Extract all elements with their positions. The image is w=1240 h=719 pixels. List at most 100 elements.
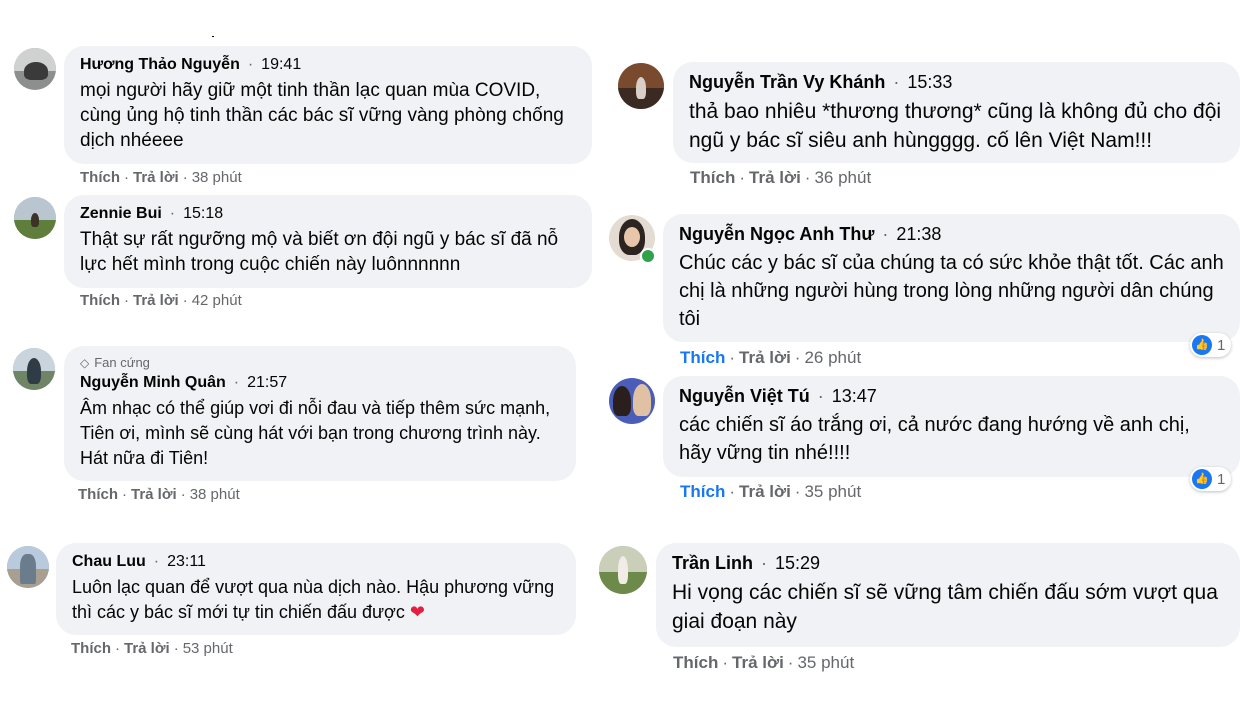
separator-dot: ·: [153, 553, 160, 570]
comment-actions: Thích · Trả lời · 35 phút: [680, 482, 861, 502]
author-name[interactable]: Hương Thảo Nguyễn: [80, 56, 240, 74]
reaction-number: 1: [1217, 336, 1226, 354]
comment-time[interactable]: 23:11: [167, 553, 206, 571]
separator-dot: ·: [794, 482, 801, 501]
avatar[interactable]: [13, 348, 55, 390]
reaction-count[interactable]: 👍 1: [1190, 333, 1232, 357]
avatar[interactable]: [609, 378, 655, 424]
author-name[interactable]: Nguyễn Ngọc Anh Thư: [679, 224, 874, 245]
comment-actions: Thích · Trả lời · 36 phút: [690, 168, 871, 188]
comment-time[interactable]: 15:29: [775, 553, 820, 574]
separator-dot: ·: [794, 348, 801, 367]
heart-emoji: ❤: [409, 602, 425, 622]
reply-button[interactable]: Trả lời: [732, 653, 784, 672]
reaction-count[interactable]: 👍 1: [1190, 467, 1232, 491]
author-name[interactable]: Nguyễn Trần Vy Khánh: [689, 72, 885, 93]
avatar[interactable]: [599, 546, 647, 594]
separator-dot: ·: [115, 640, 120, 657]
comment-time[interactable]: 13:47: [832, 386, 877, 407]
separator-dot: ·: [722, 653, 729, 672]
comment-text: Hi vọng các chiến sĩ sẽ vững tâm chiến đ…: [672, 581, 1218, 633]
comment-actions: Thích · Trả lời · 38 phút: [80, 169, 242, 186]
comment-bubble: Nguyễn Việt Tú · 13:47 các chiến sĩ áo t…: [663, 376, 1240, 477]
avatar[interactable]: [14, 197, 56, 239]
comment-age[interactable]: 53 phút: [183, 640, 233, 657]
comment-text: mọi người hãy giữ một tinh thần lạc quan…: [80, 80, 564, 151]
comment-time[interactable]: 21:38: [896, 224, 941, 245]
author-name[interactable]: Zennie Bui: [80, 205, 162, 223]
avatar[interactable]: [7, 546, 49, 588]
comment-age[interactable]: 26 phút: [804, 348, 861, 367]
separator-dot: ·: [233, 374, 240, 391]
comment-text-body: Luôn lạc quan để vượt qua nùa dịch nào. …: [72, 577, 555, 622]
separator-dot: ·: [180, 486, 186, 503]
comment-age[interactable]: 42 phút: [192, 292, 242, 309]
like-button[interactable]: Thích: [680, 482, 725, 501]
comment-age[interactable]: 38 phút: [192, 169, 242, 186]
reply-button[interactable]: Trả lời: [124, 640, 170, 657]
comment-bubble: Nguyễn Ngọc Anh Thư · 21:38 Chúc các y b…: [663, 214, 1240, 342]
separator-dot: ·: [173, 640, 179, 657]
reaction-number: 1: [1217, 470, 1226, 488]
separator-dot: ·: [729, 348, 736, 367]
comment-age[interactable]: 36 phút: [814, 168, 871, 187]
comment-text: Luôn lạc quan để vượt qua nùa dịch nào. …: [72, 575, 560, 625]
comment-text: các chiến sĩ áo trắng ơi, cả nước đang h…: [679, 414, 1190, 464]
separator-dot: ·: [804, 168, 811, 187]
thumbs-up-icon: 👍: [1192, 469, 1212, 489]
comment-bubble: Trần Linh · 15:29 Hi vọng các chiến sĩ s…: [656, 543, 1240, 647]
online-status-icon: [640, 248, 656, 264]
comment-actions: Thích · Trả lời · 53 phút: [71, 640, 233, 657]
comment-age[interactable]: 38 phút: [190, 486, 240, 503]
comment-actions: Thích · Trả lời · 35 phút: [673, 653, 854, 673]
like-button[interactable]: Thích: [80, 169, 120, 186]
like-button[interactable]: Thích: [78, 486, 118, 503]
like-button[interactable]: Thích: [680, 348, 725, 367]
reply-button[interactable]: Trả lời: [749, 168, 801, 187]
author-name[interactable]: Chau Luu: [72, 553, 146, 571]
separator-dot: ·: [882, 224, 889, 244]
comment-bubble: ◇ Fan cứng Nguyễn Minh Quân · 21:57 Âm n…: [64, 346, 576, 481]
author-name[interactable]: Nguyễn Minh Quân: [80, 374, 226, 392]
avatar[interactable]: [14, 48, 56, 90]
separator-dot: ·: [729, 482, 736, 501]
comment-bubble: Hương Thảo Nguyễn · 19:41 mọi người hãy …: [64, 46, 592, 164]
comment-age[interactable]: 35 phút: [804, 482, 861, 501]
stray-mark: [212, 36, 214, 37]
comment-time[interactable]: 15:18: [183, 205, 223, 223]
comment-text: Chúc các y bác sĩ của chúng ta có sức kh…: [679, 252, 1224, 330]
fan-badge-label: Fan cứng: [94, 355, 150, 370]
comment-actions: Thích · Trả lời · 38 phút: [78, 486, 240, 503]
author-name[interactable]: Nguyễn Việt Tú: [679, 386, 810, 407]
fan-badge: ◇ Fan cứng: [80, 355, 560, 370]
separator-dot: ·: [182, 169, 188, 186]
separator-dot: ·: [124, 169, 129, 186]
diamond-icon: ◇: [80, 355, 90, 370]
separator-dot: ·: [124, 292, 129, 309]
comment-time[interactable]: 19:41: [261, 56, 301, 74]
separator-dot: ·: [182, 292, 188, 309]
comment-actions: Thích · Trả lời · 26 phút: [680, 348, 861, 368]
thumbs-up-icon: 👍: [1192, 335, 1212, 355]
avatar[interactable]: [618, 63, 664, 109]
reply-button[interactable]: Trả lời: [131, 486, 177, 503]
author-name[interactable]: Trần Linh: [672, 553, 753, 574]
separator-dot: ·: [817, 386, 824, 406]
separator-dot: ·: [787, 653, 794, 672]
like-button[interactable]: Thích: [673, 653, 718, 672]
comment-text: Thật sự rất ngưỡng mộ và biết ơn đội ngũ…: [80, 229, 559, 275]
reply-button[interactable]: Trả lời: [133, 169, 179, 186]
separator-dot: ·: [739, 168, 746, 187]
comment-age[interactable]: 35 phút: [797, 653, 854, 672]
comment-bubble: Zennie Bui · 15:18 Thật sự rất ngưỡng mộ…: [64, 195, 592, 288]
comment-time[interactable]: 21:57: [247, 374, 287, 392]
reply-button[interactable]: Trả lời: [133, 292, 179, 309]
reply-button[interactable]: Trả lời: [739, 348, 791, 367]
like-button[interactable]: Thích: [690, 168, 735, 187]
separator-dot: ·: [169, 205, 176, 222]
like-button[interactable]: Thích: [71, 640, 111, 657]
comment-text: Âm nhạc có thể giúp vơi đi nỗi đau và ti…: [80, 398, 551, 468]
comment-time[interactable]: 15:33: [907, 72, 952, 93]
reply-button[interactable]: Trả lời: [739, 482, 791, 501]
like-button[interactable]: Thích: [80, 292, 120, 309]
